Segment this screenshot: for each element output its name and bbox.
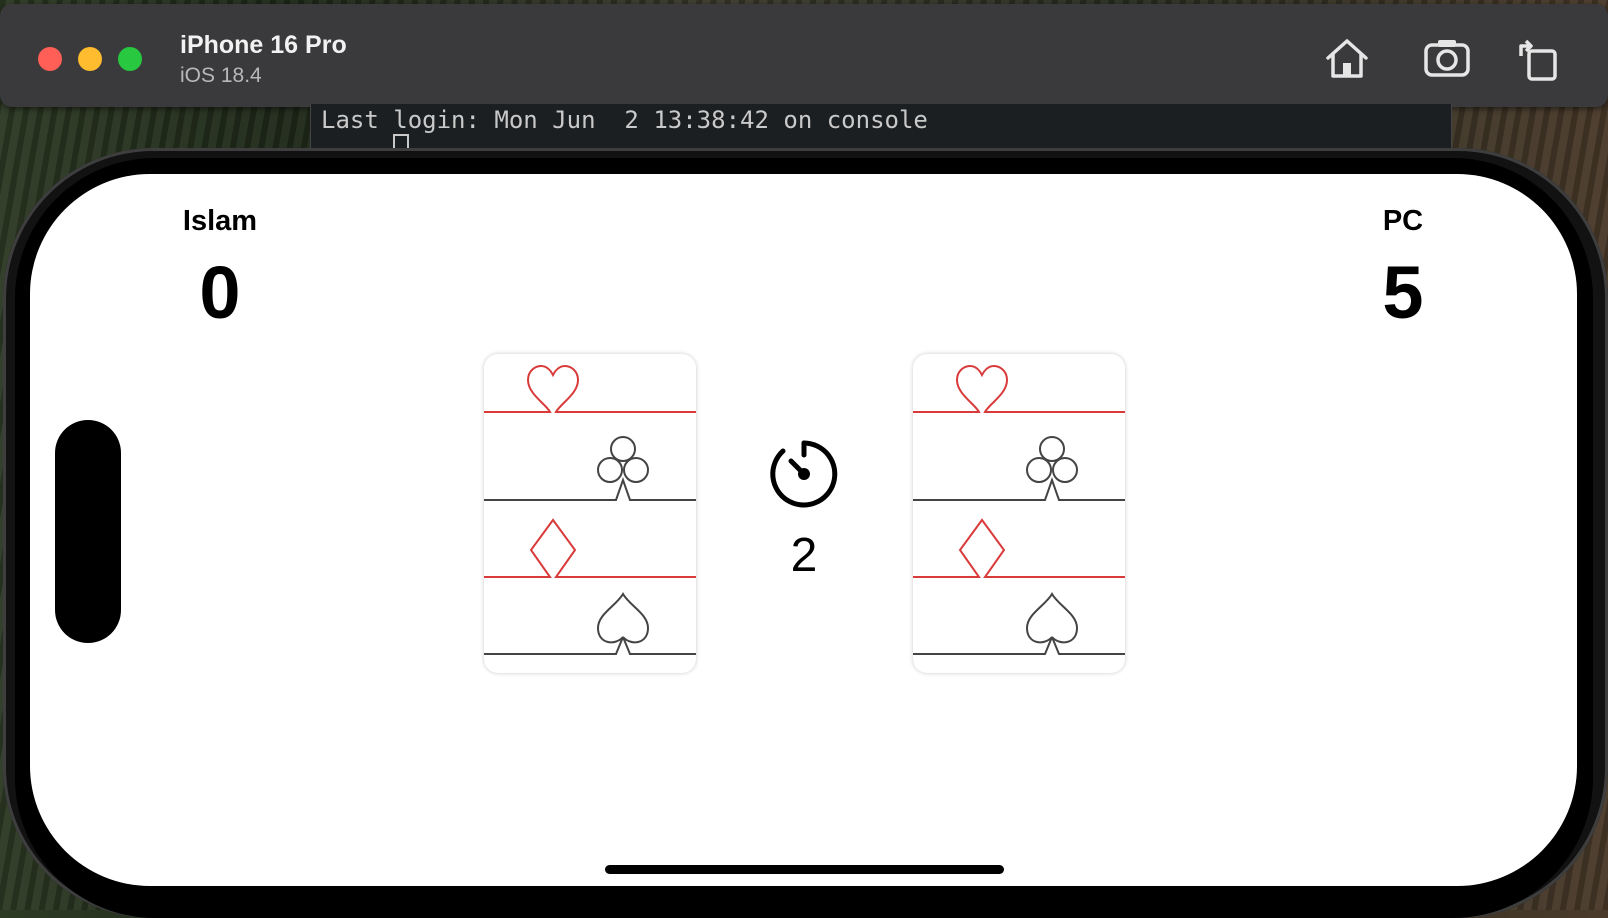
spade-icon [484, 592, 696, 655]
card-back-pattern [484, 364, 696, 655]
club-icon [913, 436, 1125, 501]
player-score: 0 [199, 251, 241, 334]
diamond-icon [913, 518, 1125, 578]
device-os-version: iOS 18.4 [180, 64, 262, 87]
opponent-score: 5 [1382, 251, 1424, 334]
club-icon [484, 436, 696, 501]
screenshot-button[interactable] [1422, 34, 1472, 84]
home-button[interactable] [1322, 34, 1372, 84]
heart-icon [484, 364, 696, 413]
minimize-window-button[interactable] [78, 47, 102, 71]
card-back-pattern [913, 364, 1125, 655]
close-window-button[interactable] [38, 47, 62, 71]
home-icon [1326, 39, 1368, 78]
rotate-button[interactable] [1513, 34, 1563, 84]
device-name: iPhone 16 Pro [180, 31, 347, 59]
timer-icon [769, 439, 839, 509]
spade-icon [913, 592, 1125, 655]
opponent-card[interactable] [913, 354, 1125, 673]
heart-icon [913, 364, 1125, 413]
home-indicator[interactable] [605, 865, 1004, 874]
player-card[interactable] [484, 354, 696, 673]
zoom-window-button[interactable] [118, 47, 142, 71]
screenshot-icon [1424, 40, 1470, 77]
simulator-titlebar: iPhone 16 Pro iOS 18.4 [0, 4, 1608, 107]
terminal-output: Last login: Mon Jun 2 13:38:42 on consol… [321, 106, 928, 134]
diamond-icon [484, 518, 696, 578]
dynamic-island [55, 420, 121, 643]
rotate-icon [1519, 39, 1557, 81]
countdown-value: 2 [790, 529, 818, 582]
opponent-name: PC [1382, 205, 1424, 237]
player-name: Islam [182, 205, 258, 237]
